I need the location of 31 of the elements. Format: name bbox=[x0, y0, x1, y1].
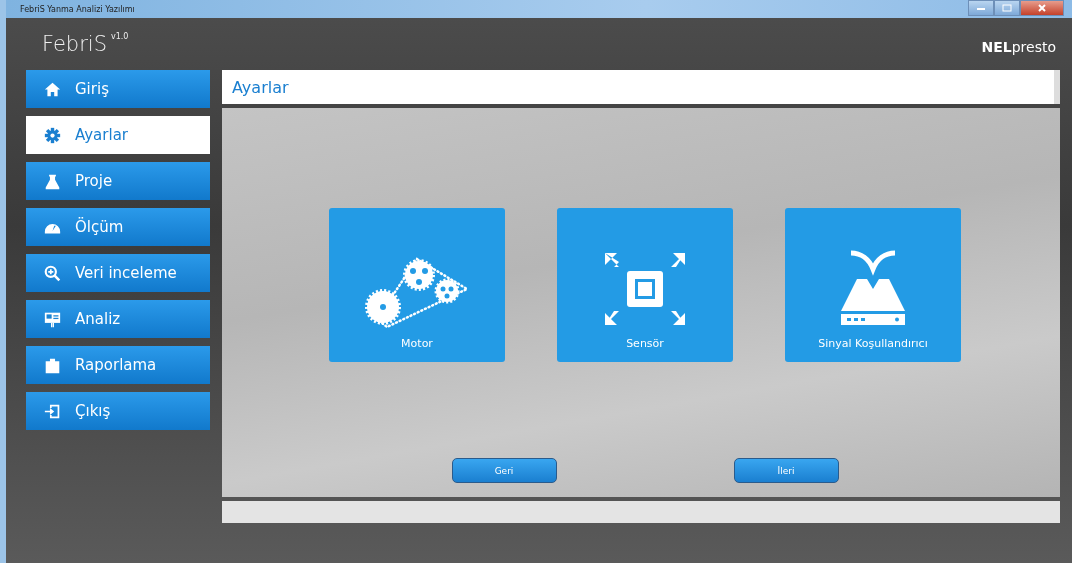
version-label: v1.0 bbox=[111, 32, 129, 41]
sidebar-item[interactable]: Ayarlar bbox=[26, 116, 210, 154]
sidebar-item[interactable]: Proje bbox=[26, 162, 210, 200]
sidebar-item[interactable]: Raporlama bbox=[26, 346, 210, 384]
gear-icon bbox=[44, 126, 61, 144]
page-title: Ayarlar bbox=[222, 70, 1060, 104]
company-logo: NELpresto bbox=[981, 39, 1056, 55]
window-title: FebriS Yanma Analizi Yazılımı bbox=[20, 4, 135, 14]
home-icon bbox=[44, 80, 61, 98]
settings-tile[interactable]: Sinyal Koşullandırıcı bbox=[785, 208, 961, 362]
maximize-icon bbox=[1002, 4, 1012, 12]
flask-icon bbox=[44, 172, 61, 190]
sidebar-item[interactable]: Ölçüm bbox=[26, 208, 210, 246]
sidebar-item[interactable]: Analiz bbox=[26, 300, 210, 338]
minimize-icon bbox=[976, 5, 986, 11]
settings-tile[interactable]: Motor bbox=[329, 208, 505, 362]
app-name: FebriS bbox=[42, 32, 107, 56]
zoom-in-icon bbox=[44, 264, 61, 282]
sidebar-item[interactable]: Çıkış bbox=[26, 392, 210, 430]
sidebar-item[interactable]: Giriş bbox=[26, 70, 210, 108]
presentation-board-icon bbox=[44, 310, 61, 328]
close-button[interactable] bbox=[1020, 0, 1064, 16]
sidebar-item[interactable]: Veri inceleme bbox=[26, 254, 210, 292]
exit-icon bbox=[44, 402, 61, 420]
clipboard-icon bbox=[44, 356, 61, 374]
maximize-button[interactable] bbox=[994, 0, 1020, 16]
back-button[interactable]: Geri bbox=[451, 458, 557, 483]
minimize-button[interactable] bbox=[968, 0, 994, 16]
settings-tile[interactable]: Sensör bbox=[557, 208, 733, 362]
next-button[interactable]: İleri bbox=[733, 458, 839, 483]
close-icon bbox=[1037, 4, 1047, 12]
